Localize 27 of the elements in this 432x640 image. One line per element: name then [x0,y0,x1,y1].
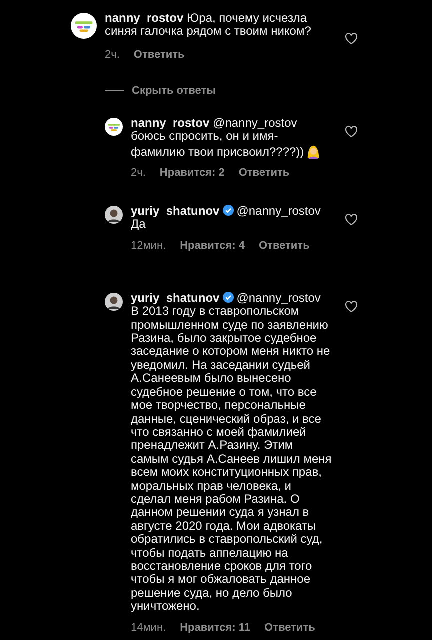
comment-text: yuriy_shatunov @nanny_rostov Да [131,205,322,232]
avatar[interactable] [105,118,123,136]
like-icon[interactable] [345,300,358,313]
like-icon[interactable] [345,33,358,45]
hide-replies-link[interactable]: Скрыть ответы [132,84,216,97]
comment-time: 12мин. [131,240,166,252]
comment-time: 2ч. [131,167,146,180]
comment-text: yuriy_shatunov @nanny_rostov В 2013 году в ставропольском промышленном суде по заявлению Разина, было закрытое судебное заседание о котором меня никто не уведомил. На заседании судьей А.Санеевым было вынесено судебное решение о том, что все мое творчество, персональные данные, сценический образ, и все что связанно с моей фамилией пренадлежит А.Разину. Этим самым судья А.Санеев лишил меня всем моих конституционных прав, моральных прав человека, и сделал меня рабом Разина. О данном решении суда я узнал в августе 2020 года. Мои адвокаты обратились в ставропольский суд, чтобы подать аппелацию на восстановление сроков для того чтобы я мог обжаловать данное решение суда, но дело было уничтожено. [131,292,332,614]
comment-text: nanny_rostov Юра, почему исчезла синяя галочка рядом с твоим ником? [105,12,312,39]
like-icon[interactable] [345,214,358,226]
reply-link[interactable]: Ответить [259,240,310,252]
comment-time: 14мин. [131,622,166,634]
facepalm-emoji-icon [306,144,322,159]
comment-time: 2ч. [105,48,120,61]
avatar[interactable] [71,13,97,39]
avatar[interactable] [105,206,123,224]
verified-badge-icon [222,205,234,216]
like-icon[interactable] [345,126,358,138]
likes-count[interactable]: Нравится: 11 [180,622,251,634]
likes-count[interactable]: Нравится: 4 [180,240,245,252]
verified-badge-icon [222,292,234,303]
reply-link[interactable]: Ответить [134,48,185,61]
avatar[interactable] [105,292,123,311]
reply-link[interactable]: Ответить [238,167,290,180]
likes-count[interactable]: Нравится: 2 [160,167,225,180]
comment-text: nanny_rostov @nanny_rostov боюсь спросить, он и имя-фамилию твои присвоил????)) [131,116,332,160]
reply-link[interactable]: Ответить [264,622,316,634]
